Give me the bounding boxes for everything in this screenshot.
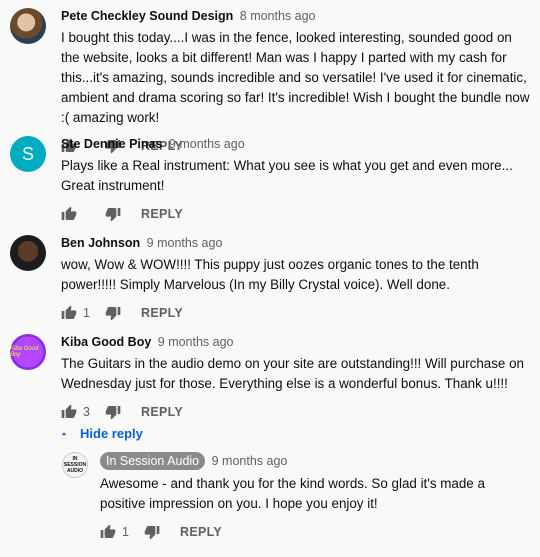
comment-body: Kiba Good Boy 9 months ago The Guitars i…: [61, 334, 532, 422]
thumbs-up-icon[interactable]: [61, 305, 77, 321]
reply-button[interactable]: REPLY: [180, 525, 222, 539]
thumbs-down-icon[interactable]: [105, 206, 121, 222]
reply-button[interactable]: REPLY: [141, 207, 183, 221]
thumbs-down-icon[interactable]: [144, 524, 160, 540]
hide-reply-toggle[interactable]: Hide reply: [58, 426, 143, 441]
comment-header: Kiba Good Boy 9 months ago: [61, 334, 532, 350]
author-name[interactable]: Pete Checkley Sound Design: [61, 9, 233, 23]
comment-thread: Ben Johnson 9 months ago wow, Wow & WOW!…: [10, 235, 532, 323]
avatar[interactable]: IN SESSION AUDIO: [62, 452, 88, 478]
reply-comment: IN SESSION AUDIO In Session Audio 9 mont…: [62, 452, 532, 542]
avatar[interactable]: S: [10, 136, 46, 172]
comment-text: wow, Wow & WOW!!!! This puppy just oozes…: [61, 257, 479, 292]
comment-text: Plays like a Real instrument: What you s…: [61, 158, 513, 193]
comment-body: Ste Dennie Pinas 9 months ago Plays like…: [61, 136, 532, 224]
author-badge[interactable]: In Session Audio: [100, 452, 206, 470]
like-count: 1: [83, 306, 90, 320]
like-count: 3: [83, 405, 90, 419]
comment-actions: REPLY: [61, 204, 532, 224]
comment-time[interactable]: 9 months ago: [212, 454, 288, 468]
reply-button[interactable]: REPLY: [141, 306, 183, 320]
thumbs-up-icon[interactable]: [61, 404, 77, 420]
avatar[interactable]: Kiba Good Boy: [10, 334, 46, 370]
chevron-up-icon: [61, 432, 67, 435]
comment-actions: 1 REPLY: [100, 522, 532, 542]
reply-button[interactable]: REPLY: [141, 405, 183, 419]
avatar[interactable]: [10, 8, 46, 44]
thumbs-up-icon[interactable]: [61, 206, 77, 222]
comment-time[interactable]: 8 months ago: [240, 9, 316, 23]
comment-time[interactable]: 9 months ago: [147, 236, 223, 250]
author-name[interactable]: Ste Dennie Pinas: [61, 137, 162, 151]
comment-header: Ben Johnson 9 months ago: [61, 235, 532, 251]
author-name[interactable]: Ben Johnson: [61, 236, 140, 250]
comment-header: In Session Audio 9 months ago: [100, 452, 532, 470]
comment-header: Pete Checkley Sound Design 8 months ago: [61, 8, 532, 24]
comment-text: I bought this today....I was in the fenc…: [61, 30, 530, 125]
like-count: 1: [122, 525, 129, 539]
comment-time[interactable]: 9 months ago: [158, 335, 234, 349]
comment-body: Pete Checkley Sound Design 8 months ago …: [61, 8, 532, 156]
comment-thread: Pete Checkley Sound Design 8 months ago …: [10, 8, 532, 156]
thumbs-down-icon[interactable]: [105, 305, 121, 321]
comment-header: Ste Dennie Pinas 9 months ago: [61, 136, 532, 152]
comment-text: Awesome - and thank you for the kind wor…: [100, 476, 485, 511]
comment-time[interactable]: 9 months ago: [169, 137, 245, 151]
comment-actions: 3 REPLY: [61, 402, 532, 422]
comment-actions: 1 REPLY: [61, 303, 532, 323]
avatar[interactable]: [10, 235, 46, 271]
thumbs-up-icon[interactable]: [100, 524, 116, 540]
author-name[interactable]: Kiba Good Boy: [61, 335, 151, 349]
comment-text: The Guitars in the audio demo on your si…: [61, 356, 524, 391]
thumbs-down-icon[interactable]: [105, 404, 121, 420]
comment-thread: Kiba Good Boy Kiba Good Boy 9 months ago…: [10, 334, 532, 422]
comment-body: Ben Johnson 9 months ago wow, Wow & WOW!…: [61, 235, 532, 323]
comment-thread: S Ste Dennie Pinas 9 months ago Plays li…: [10, 136, 532, 224]
comment-body: In Session Audio 9 months ago Awesome - …: [100, 452, 532, 542]
hide-reply-label: Hide reply: [80, 426, 143, 441]
